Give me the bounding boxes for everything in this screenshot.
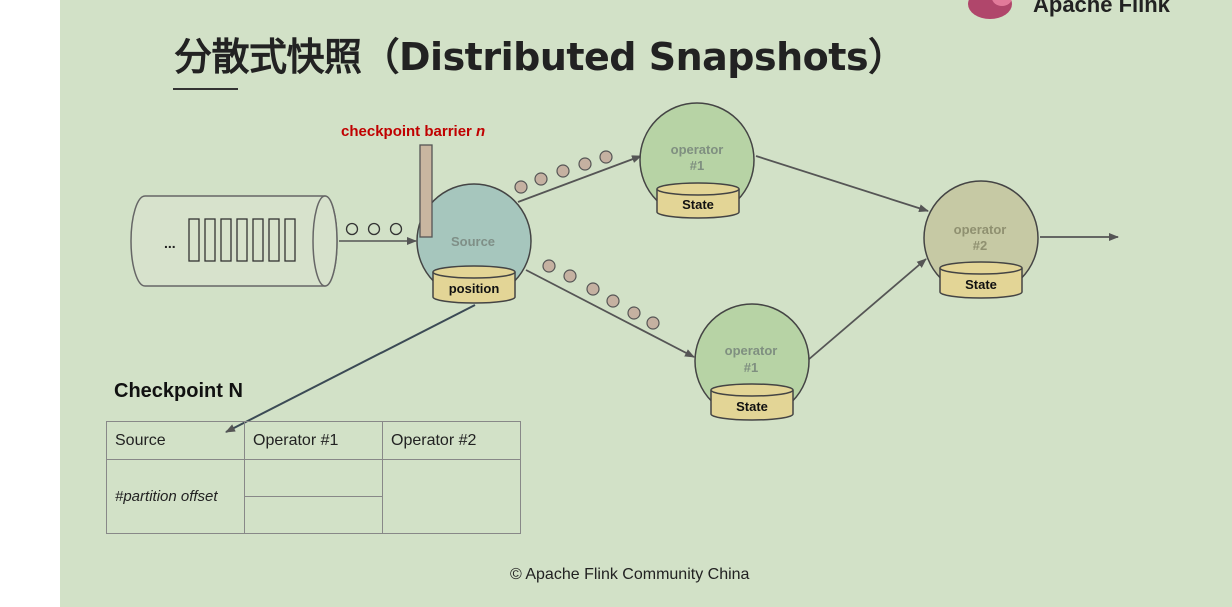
record-circle	[556, 164, 570, 178]
source-to-checkpoint-arrow	[225, 304, 476, 433]
position-store-label: position	[449, 281, 500, 296]
source-node: Source position	[416, 183, 532, 304]
record-circle	[563, 269, 577, 283]
barrier-label-text: checkpoint barrier	[341, 123, 476, 140]
operator-bottom-node: operator #1 State	[694, 303, 810, 421]
record-circle	[345, 222, 359, 236]
queue-body	[130, 195, 338, 287]
source-offset-cell: #partition offset	[106, 459, 245, 534]
header-source: Source	[106, 421, 245, 460]
checkpoint-barrier	[419, 144, 433, 238]
source-to-op-bottom-arrow	[525, 269, 695, 358]
record-circle	[367, 222, 381, 236]
operator-1-state-cell	[244, 459, 383, 497]
record-circle	[578, 157, 592, 171]
record-circle	[389, 222, 403, 236]
operator-top-node: operator #1 State	[639, 102, 755, 219]
queue-end-cap	[312, 195, 338, 287]
header-operator-1: Operator #1	[244, 421, 383, 460]
operator-top-state-label: State	[682, 197, 714, 212]
operator-bottom-label: operator	[725, 343, 778, 358]
slide: Apache Flink 分散式快照（Distributed Snapshots…	[60, 0, 1232, 607]
source-label: Source	[451, 234, 495, 249]
record-circle	[586, 282, 600, 296]
operator-top-number: #1	[690, 158, 704, 173]
operator-right-state-label: State	[965, 277, 997, 292]
checkpoint-heading: Checkpoint N	[114, 380, 243, 402]
record-circle	[646, 316, 660, 330]
operator-bottom-number: #1	[744, 360, 758, 375]
op-top-to-op-right-arrow	[755, 155, 929, 213]
record-circle	[599, 150, 613, 164]
table-row: #partition offset	[106, 459, 521, 534]
header-operator-2: Operator #2	[382, 421, 521, 460]
operator-bottom-state-label: State	[736, 399, 768, 414]
operator-1-state-cell	[244, 496, 383, 534]
operator-top-label: operator	[671, 142, 724, 157]
operator-right-number: #2	[973, 238, 987, 253]
checkpoint-barrier-label: checkpoint barrier n	[341, 123, 485, 140]
record-circle	[534, 172, 548, 186]
operator-bottom-state-top	[710, 383, 794, 397]
record-circle	[627, 306, 641, 320]
barrier-label-n: n	[476, 123, 485, 140]
table-header-row: Source Operator #1 Operator #2	[106, 421, 521, 460]
operator-right-label: operator	[954, 222, 1007, 237]
checkpoint-table: Source Operator #1 Operator #2 #partitio…	[106, 421, 521, 534]
queue-ellipsis: ...	[164, 235, 176, 251]
operator-top-state-top	[656, 182, 740, 196]
record-circle	[606, 294, 620, 308]
position-store-top	[432, 265, 516, 279]
record-circle	[542, 259, 556, 273]
input-queue: ...	[130, 195, 338, 287]
operator-2-state-cell	[382, 459, 521, 534]
record-circle	[514, 180, 528, 194]
op-bottom-to-op-right-arrow	[807, 258, 927, 361]
footer-copyright: © Apache Flink Community China	[510, 566, 750, 583]
operator-right-node: operator #2 State	[923, 180, 1039, 299]
operator-right-state-top	[939, 261, 1023, 275]
